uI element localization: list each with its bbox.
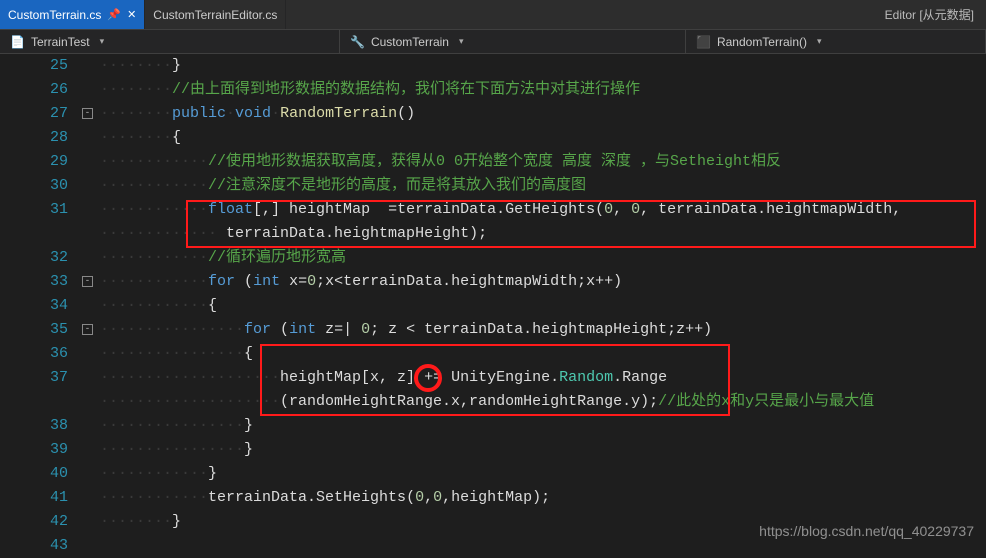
pin-icon[interactable]: 📌 (107, 8, 121, 21)
line-number: 41 (0, 486, 68, 510)
line-number: 29 (0, 150, 68, 174)
line-number: 30 (0, 174, 68, 198)
breadcrumb-method[interactable]: ⬛ RandomTerrain() ▾ (686, 30, 986, 53)
line-number: 26 (0, 78, 68, 102)
code-editor[interactable]: 25262728293031323334353637383940414243 -… (0, 54, 986, 545)
breadcrumb-label: RandomTerrain() (717, 35, 807, 49)
close-icon[interactable]: ✕ (127, 8, 136, 21)
chevron-down-icon: ▾ (817, 36, 822, 47)
line-number: 28 (0, 126, 68, 150)
breadcrumb: 📄 TerrainTest ▾ 🔧 CustomTerrain ▾ ⬛ Rand… (0, 30, 986, 54)
line-number: 27 (0, 102, 68, 126)
line-number-gutter: 25262728293031323334353637383940414243 (0, 54, 80, 545)
line-number: 42 (0, 510, 68, 534)
fold-column: - - - (80, 54, 100, 545)
line-number: 38 (0, 414, 68, 438)
line-number: 33 (0, 270, 68, 294)
editor-mode-label: Editor [从元数据] (873, 0, 986, 29)
line-number: 43 (0, 534, 68, 558)
line-number: 37 (0, 366, 68, 390)
class-icon: 🔧 (350, 35, 365, 49)
fold-toggle[interactable]: - (82, 276, 93, 287)
tab-label: CustomTerrain.cs (8, 8, 101, 22)
file-tab[interactable]: CustomTerrainEditor.cs (145, 0, 286, 29)
tab-bar: CustomTerrain.cs 📌 ✕ CustomTerrainEditor… (0, 0, 986, 30)
file-tab-active[interactable]: CustomTerrain.cs 📌 ✕ (0, 0, 145, 29)
fold-toggle[interactable]: - (82, 108, 93, 119)
code-content[interactable]: ········} ········//由上面得到地形数据的数据结构，我们将在下… (100, 54, 986, 545)
line-number: 36 (0, 342, 68, 366)
breadcrumb-label: TerrainTest (31, 35, 90, 49)
namespace-icon: 📄 (10, 35, 25, 49)
line-number: 35 (0, 318, 68, 342)
line-number: 34 (0, 294, 68, 318)
breadcrumb-namespace[interactable]: 📄 TerrainTest ▾ (0, 30, 340, 53)
line-number: 32 (0, 246, 68, 270)
line-number: 25 (0, 54, 68, 78)
line-number: 31 (0, 198, 68, 222)
breadcrumb-class[interactable]: 🔧 CustomTerrain ▾ (340, 30, 686, 53)
chevron-down-icon: ▾ (459, 36, 464, 47)
fold-toggle[interactable]: - (82, 324, 93, 335)
line-number: 39 (0, 438, 68, 462)
line-number: 40 (0, 462, 68, 486)
chevron-down-icon: ▾ (100, 36, 105, 47)
breadcrumb-label: CustomTerrain (371, 35, 449, 49)
tab-label: CustomTerrainEditor.cs (153, 8, 277, 22)
method-icon: ⬛ (696, 35, 711, 49)
